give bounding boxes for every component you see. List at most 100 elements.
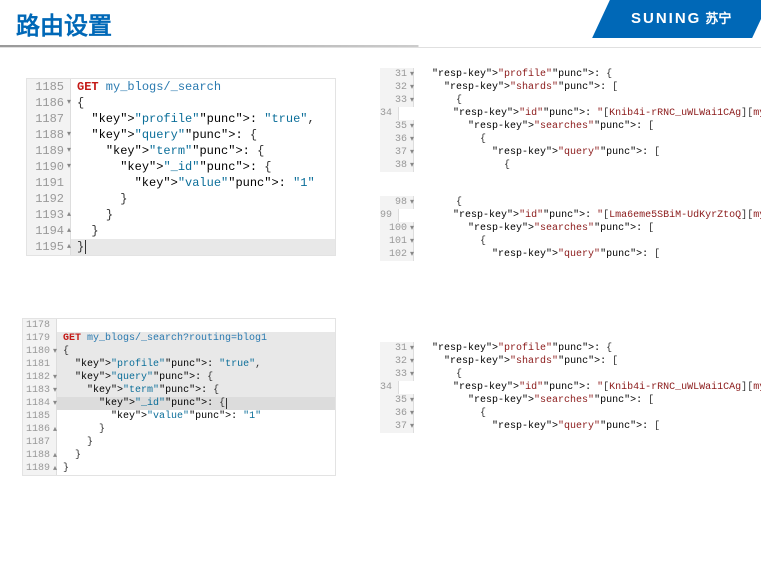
code-line: 33▾ { (380, 368, 740, 381)
code-text: { (57, 345, 335, 358)
code-line: 1181 "key">"profile""punc">: "true", (23, 358, 335, 371)
code-text: "key">"query""punc">: { (57, 371, 335, 384)
line-number: 1180▾ (23, 345, 57, 358)
code-text: "key">"_id""punc">: { (57, 397, 335, 410)
code-line: 31▾ "resp-key">"profile""punc">: { (380, 68, 740, 81)
code-text (57, 319, 335, 332)
line-number: 102▾ (380, 248, 414, 261)
code-text: "key">"value""punc">: "1" (71, 175, 335, 191)
code-line: 32▾ "resp-key">"shards""punc">: [ (380, 355, 740, 368)
line-number: 1192 (27, 191, 71, 207)
code-line: 35▾ "resp-key">"searches""punc">: [ (380, 394, 740, 407)
code-line: 1194▴ } (27, 223, 335, 239)
line-number: 1184▾ (23, 397, 57, 410)
code-line: 36▾ { (380, 407, 740, 420)
fold-arrow-icon: ▴ (67, 223, 71, 239)
page-title: 路由设置 (16, 6, 112, 41)
line-number: 34 (380, 381, 399, 394)
line-number: 31▾ (380, 342, 414, 355)
code-line: 1188▴ } (23, 449, 335, 462)
line-number: 1187 (23, 436, 57, 449)
line-number: 37▾ (380, 420, 414, 433)
line-number: 98▾ (380, 196, 414, 209)
fold-arrow-icon: ▾ (410, 368, 414, 381)
code-text: "resp-key">"id""punc">: "[Knib4i-rRNC_uW… (399, 381, 761, 394)
line-number: 1186▴ (23, 423, 57, 436)
code-line: 36▾ { (380, 133, 740, 146)
code-response-2: 31▾ "resp-key">"profile""punc">: {32▾ "r… (380, 342, 740, 433)
fold-arrow-icon: ▾ (410, 355, 414, 368)
code-line: 98▾ { (380, 196, 740, 209)
line-number: 1194▴ (27, 223, 71, 239)
line-number: 1179 (23, 332, 57, 345)
code-text: } (57, 449, 335, 462)
code-text: { (414, 235, 740, 248)
code-line: 1193▴ } (27, 207, 335, 223)
code-response-1b: 98▾ {99 "resp-key">"id""punc">: "[Lma6em… (380, 196, 740, 261)
code-line: 101▾ { (380, 235, 740, 248)
line-number: 31▾ (380, 68, 414, 81)
fold-arrow-icon: ▴ (53, 423, 57, 436)
code-text: } (57, 436, 335, 449)
code-text: GET my_blogs/_search?routing=blog1 (57, 332, 335, 345)
line-number: 34 (380, 107, 399, 120)
fold-arrow-icon: ▾ (410, 68, 414, 81)
code-line: 1185 "key">"value""punc">: "1" (23, 410, 335, 423)
line-number: 1181 (23, 358, 57, 371)
line-number: 37▾ (380, 146, 414, 159)
code-line: 1191 "key">"value""punc">: "1" (27, 175, 335, 191)
header-underline (0, 45, 761, 47)
code-text: "key">"value""punc">: "1" (57, 410, 335, 423)
code-text: } (71, 207, 335, 223)
code-line: 1192 } (27, 191, 335, 207)
fold-arrow-icon: ▾ (410, 120, 414, 133)
fold-arrow-icon: ▾ (410, 342, 414, 355)
code-text: "resp-key">"query""punc">: [ (414, 146, 740, 159)
code-text: } (57, 462, 335, 475)
code-line: 102▾ "resp-key">"query""punc">: [ (380, 248, 740, 261)
fold-arrow-icon: ▾ (67, 127, 71, 143)
code-line: 1182▾ "key">"query""punc">: { (23, 371, 335, 384)
slide-header: 路由设置 SUNING苏宁 (0, 0, 761, 48)
code-line: 1186▴ } (23, 423, 335, 436)
line-number: 1182▾ (23, 371, 57, 384)
code-line: 100▾ "resp-key">"searches""punc">: [ (380, 222, 740, 235)
code-line: 38▾ { (380, 159, 740, 172)
code-text: } (71, 223, 335, 239)
code-line: 34 "resp-key">"id""punc">: "[Knib4i-rRNC… (380, 107, 740, 120)
fold-arrow-icon: ▾ (410, 235, 414, 248)
code-text: "resp-key">"searches""punc">: [ (414, 394, 740, 407)
code-text: "resp-key">"id""punc">: "[Lma6eme5SBiM-U… (399, 209, 761, 222)
line-number: 1188▴ (23, 449, 57, 462)
code-text: GET my_blogs/_search (71, 79, 335, 95)
code-text: "resp-key">"searches""punc">: [ (414, 222, 740, 235)
fold-arrow-icon: ▾ (410, 407, 414, 420)
code-line: 1184▾ "key">"_id""punc">: { (23, 397, 335, 410)
code-text: { (414, 368, 740, 381)
fold-arrow-icon: ▾ (410, 81, 414, 94)
code-line: 1188▾ "key">"query""punc">: { (27, 127, 335, 143)
code-line: 35▾ "resp-key">"searches""punc">: [ (380, 120, 740, 133)
line-number: 1189▾ (27, 143, 71, 159)
fold-arrow-icon: ▾ (67, 95, 71, 111)
line-number: 38▾ (380, 159, 414, 172)
fold-arrow-icon: ▾ (53, 384, 57, 397)
line-number: 33▾ (380, 94, 414, 107)
code-text: "key">"profile""punc">: "true", (71, 111, 335, 127)
line-number: 1178 (23, 319, 57, 332)
line-number: 1191 (27, 175, 71, 191)
line-number: 1190▾ (27, 159, 71, 175)
brand-en: SUNING (631, 10, 701, 27)
line-number: 1189▴ (23, 462, 57, 475)
code-response-1a: 31▾ "resp-key">"profile""punc">: {32▾ "r… (380, 68, 740, 172)
code-line: 1187 } (23, 436, 335, 449)
fold-arrow-icon: ▾ (410, 222, 414, 235)
line-number: 1188▾ (27, 127, 71, 143)
code-text: "key">"profile""punc">: "true", (57, 358, 335, 371)
code-line: 1189▾ "key">"term""punc">: { (27, 143, 335, 159)
code-text: { (71, 95, 335, 111)
fold-arrow-icon: ▴ (53, 449, 57, 462)
line-number: 1183▾ (23, 384, 57, 397)
line-number: 32▾ (380, 355, 414, 368)
code-text: { (414, 407, 740, 420)
